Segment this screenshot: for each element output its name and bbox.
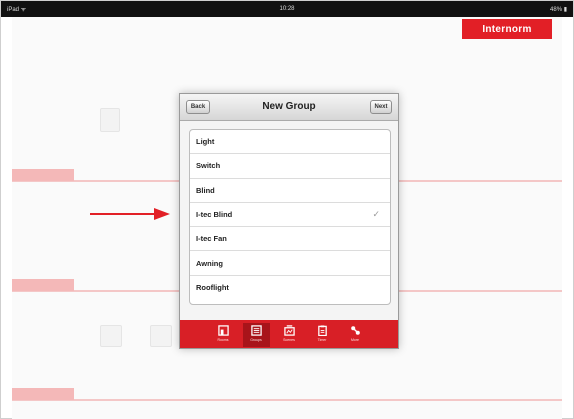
- list-item-itec-fan[interactable]: I-tec Fan: [190, 227, 390, 252]
- tab-label: Groups: [250, 338, 262, 342]
- list-item-light[interactable]: Light: [190, 130, 390, 155]
- timer-icon: [317, 325, 327, 336]
- groups-icon: [250, 325, 262, 336]
- background-device-icon: [150, 325, 172, 347]
- tab-rooms[interactable]: Rooms: [210, 323, 237, 347]
- list-item-switch[interactable]: Switch: [190, 154, 390, 179]
- popover-navbar: Back New Group Next: [180, 94, 398, 121]
- background-section-tab: [12, 169, 74, 181]
- background-section-tab: [12, 279, 74, 291]
- status-bar: iPad ᯤ 10:28 48% ▮: [1, 1, 573, 17]
- group-type-list: Light Switch Blind I-tec Blind ✓ I-tec Fa…: [189, 129, 391, 305]
- list-item-blind[interactable]: Blind: [190, 179, 390, 203]
- tab-groups[interactable]: Groups: [242, 323, 270, 347]
- list-item-label: Awning: [196, 258, 223, 268]
- tab-label: Scenes: [283, 338, 295, 342]
- checkmark-icon: ✓: [372, 208, 380, 219]
- tab-label: More: [351, 338, 359, 342]
- status-time: 10:28: [279, 6, 295, 12]
- tab-timer[interactable]: Timer: [309, 323, 336, 347]
- popover-title: New Group: [262, 101, 316, 112]
- rooms-icon: [217, 325, 229, 336]
- list-item-label: Rooflight: [196, 283, 229, 293]
- annotation-arrow-icon: [90, 208, 170, 220]
- background-device-icon: [100, 108, 120, 132]
- list-item-label: I-tec Fan: [196, 234, 227, 244]
- list-item-label: Blind: [196, 185, 215, 195]
- list-item-rooflight[interactable]: Rooflight: [190, 276, 390, 300]
- background-section-tab: [12, 388, 74, 400]
- list-item-label: Light: [196, 137, 215, 147]
- list-item-itec-blind[interactable]: I-tec Blind ✓: [190, 203, 390, 228]
- scenes-icon: [283, 325, 295, 336]
- background-divider: [12, 399, 562, 401]
- tab-bar: Rooms Groups Scenes Timer More: [180, 320, 398, 348]
- tab-label: Rooms: [217, 338, 229, 342]
- new-group-popover: Back New Group Next Light Switch Blind I…: [179, 93, 399, 349]
- tab-more[interactable]: More: [342, 323, 369, 347]
- background-device-icon: [100, 325, 122, 347]
- more-icon: [350, 326, 360, 335]
- list-item-label: I-tec Blind: [196, 210, 233, 220]
- tab-scenes[interactable]: Scenes: [276, 323, 303, 347]
- brand-logo: Internorm: [462, 19, 552, 39]
- list-item-awning[interactable]: Awning: [190, 251, 390, 276]
- list-item-label: Switch: [196, 161, 221, 171]
- tab-label: Timer: [317, 338, 327, 342]
- next-button[interactable]: Next: [370, 100, 392, 114]
